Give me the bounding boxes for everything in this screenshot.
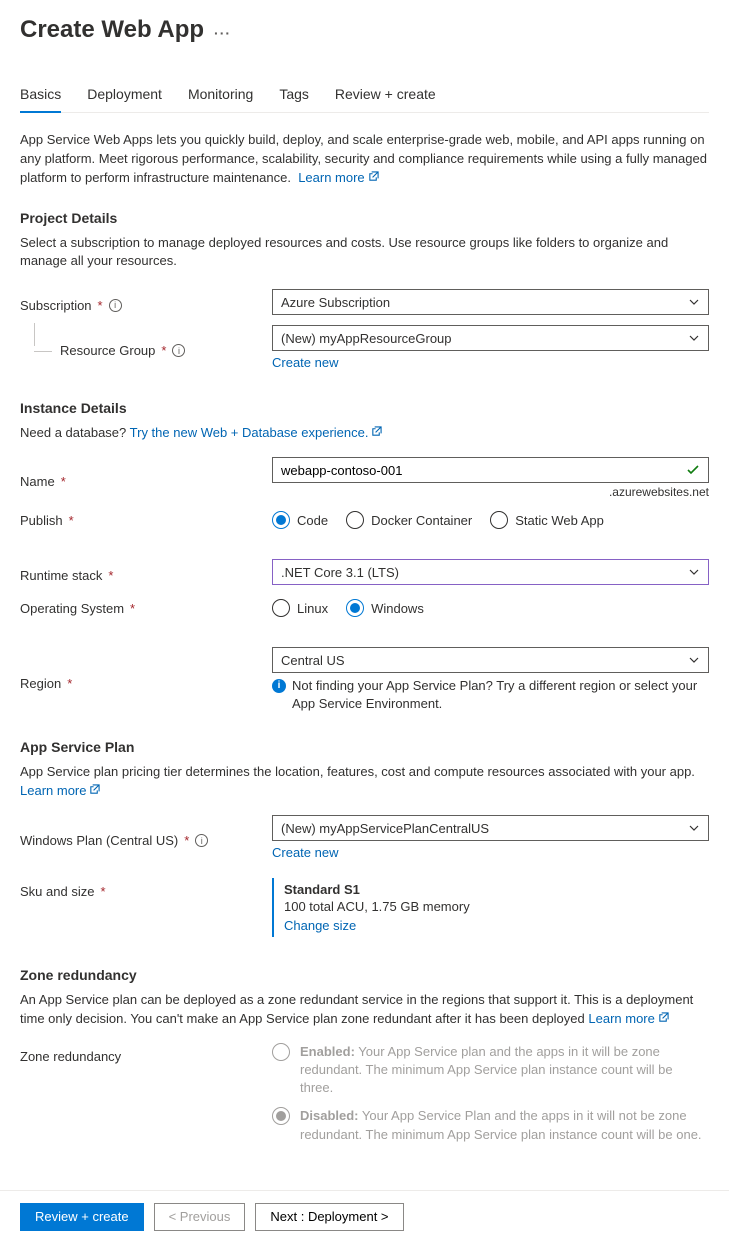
chevron-down-icon: [688, 296, 700, 308]
tab-monitoring[interactable]: Monitoring: [188, 78, 253, 112]
sku-box: Standard S1 100 total ACU, 1.75 GB memor…: [272, 878, 709, 937]
tab-deployment[interactable]: Deployment: [87, 78, 162, 112]
external-link-icon: [658, 1010, 669, 1021]
region-label: Region*: [20, 670, 272, 691]
subscription-dropdown[interactable]: Azure Subscription: [272, 289, 709, 315]
more-menu-icon[interactable]: ···: [214, 19, 231, 41]
tab-basics[interactable]: Basics: [20, 78, 61, 112]
runtime-dropdown[interactable]: .NET Core 3.1 (LTS): [272, 559, 709, 585]
name-suffix: .azurewebsites.net: [272, 485, 709, 499]
chevron-down-icon: [688, 332, 700, 344]
zone-label: Zone redundancy: [20, 1043, 272, 1064]
runtime-label: Runtime stack*: [20, 562, 272, 583]
change-size-link[interactable]: Change size: [284, 918, 356, 933]
region-dropdown[interactable]: Central US: [272, 647, 709, 673]
plan-learn-more-link[interactable]: Learn more: [20, 783, 100, 798]
region-hint: i Not finding your App Service Plan? Try…: [272, 677, 709, 713]
intro-learn-more-link[interactable]: Learn more: [298, 170, 378, 185]
page-title: Create Web App: [20, 16, 204, 44]
os-windows-radio[interactable]: Windows: [346, 599, 424, 617]
web-database-link[interactable]: Try the new Web + Database experience.: [130, 425, 383, 440]
project-details-heading: Project Details: [20, 210, 709, 226]
sku-sub: 100 total ACU, 1.75 GB memory: [284, 899, 709, 914]
instance-db-prompt: Need a database? Try the new Web + Datab…: [20, 424, 709, 443]
external-link-icon: [89, 782, 100, 793]
info-icon[interactable]: i: [172, 344, 185, 357]
zone-disabled-text: Disabled: Your App Service Plan and the …: [300, 1107, 709, 1143]
zone-enabled-text: Enabled: Your App Service plan and the a…: [300, 1043, 709, 1098]
project-details-desc: Select a subscription to manage deployed…: [20, 234, 709, 272]
tabs: Basics Deployment Monitoring Tags Review…: [20, 78, 709, 113]
instance-details-heading: Instance Details: [20, 400, 709, 416]
intro-text: App Service Web Apps lets you quickly bu…: [20, 131, 709, 188]
footer: Review + create < Previous Next : Deploy…: [0, 1190, 729, 1249]
plan-create-new-link[interactable]: Create new: [272, 845, 338, 860]
plan-heading: App Service Plan: [20, 739, 709, 755]
zone-learn-more-link[interactable]: Learn more: [588, 1011, 668, 1026]
chevron-down-icon: [688, 566, 700, 578]
name-input[interactable]: [272, 457, 709, 483]
previous-button: < Previous: [154, 1203, 246, 1231]
os-linux-radio[interactable]: Linux: [272, 599, 328, 617]
rg-create-new-link[interactable]: Create new: [272, 355, 338, 370]
resource-group-label: Resource Group* i: [20, 337, 272, 358]
zone-heading: Zone redundancy: [20, 967, 709, 983]
zone-enabled-radio: [272, 1043, 290, 1061]
publish-docker-radio[interactable]: Docker Container: [346, 511, 472, 529]
publish-label: Publish*: [20, 507, 272, 528]
review-create-button[interactable]: Review + create: [20, 1203, 144, 1231]
name-label: Name*: [20, 468, 272, 489]
sku-label: Sku and size*: [20, 878, 272, 899]
plan-dropdown[interactable]: (New) myAppServicePlanCentralUS: [272, 815, 709, 841]
info-filled-icon: i: [272, 679, 286, 693]
sku-title: Standard S1: [284, 882, 709, 897]
plan-label: Windows Plan (Central US)* i: [20, 827, 272, 848]
resource-group-dropdown[interactable]: (New) myAppResourceGroup: [272, 325, 709, 351]
next-button[interactable]: Next : Deployment >: [255, 1203, 403, 1231]
external-link-icon: [368, 169, 379, 180]
check-icon: [686, 463, 700, 477]
external-link-icon: [371, 424, 382, 435]
zone-desc: An App Service plan can be deployed as a…: [20, 991, 709, 1029]
info-icon[interactable]: i: [195, 834, 208, 847]
tab-review[interactable]: Review + create: [335, 78, 436, 112]
os-label: Operating System*: [20, 595, 272, 616]
zone-disabled-radio: [272, 1107, 290, 1125]
info-icon[interactable]: i: [109, 299, 122, 312]
publish-code-radio[interactable]: Code: [272, 511, 328, 529]
subscription-label: Subscription* i: [20, 292, 272, 313]
chevron-down-icon: [688, 822, 700, 834]
plan-desc: App Service plan pricing tier determines…: [20, 763, 709, 801]
tab-tags[interactable]: Tags: [279, 78, 309, 112]
chevron-down-icon: [688, 654, 700, 666]
publish-static-radio[interactable]: Static Web App: [490, 511, 604, 529]
